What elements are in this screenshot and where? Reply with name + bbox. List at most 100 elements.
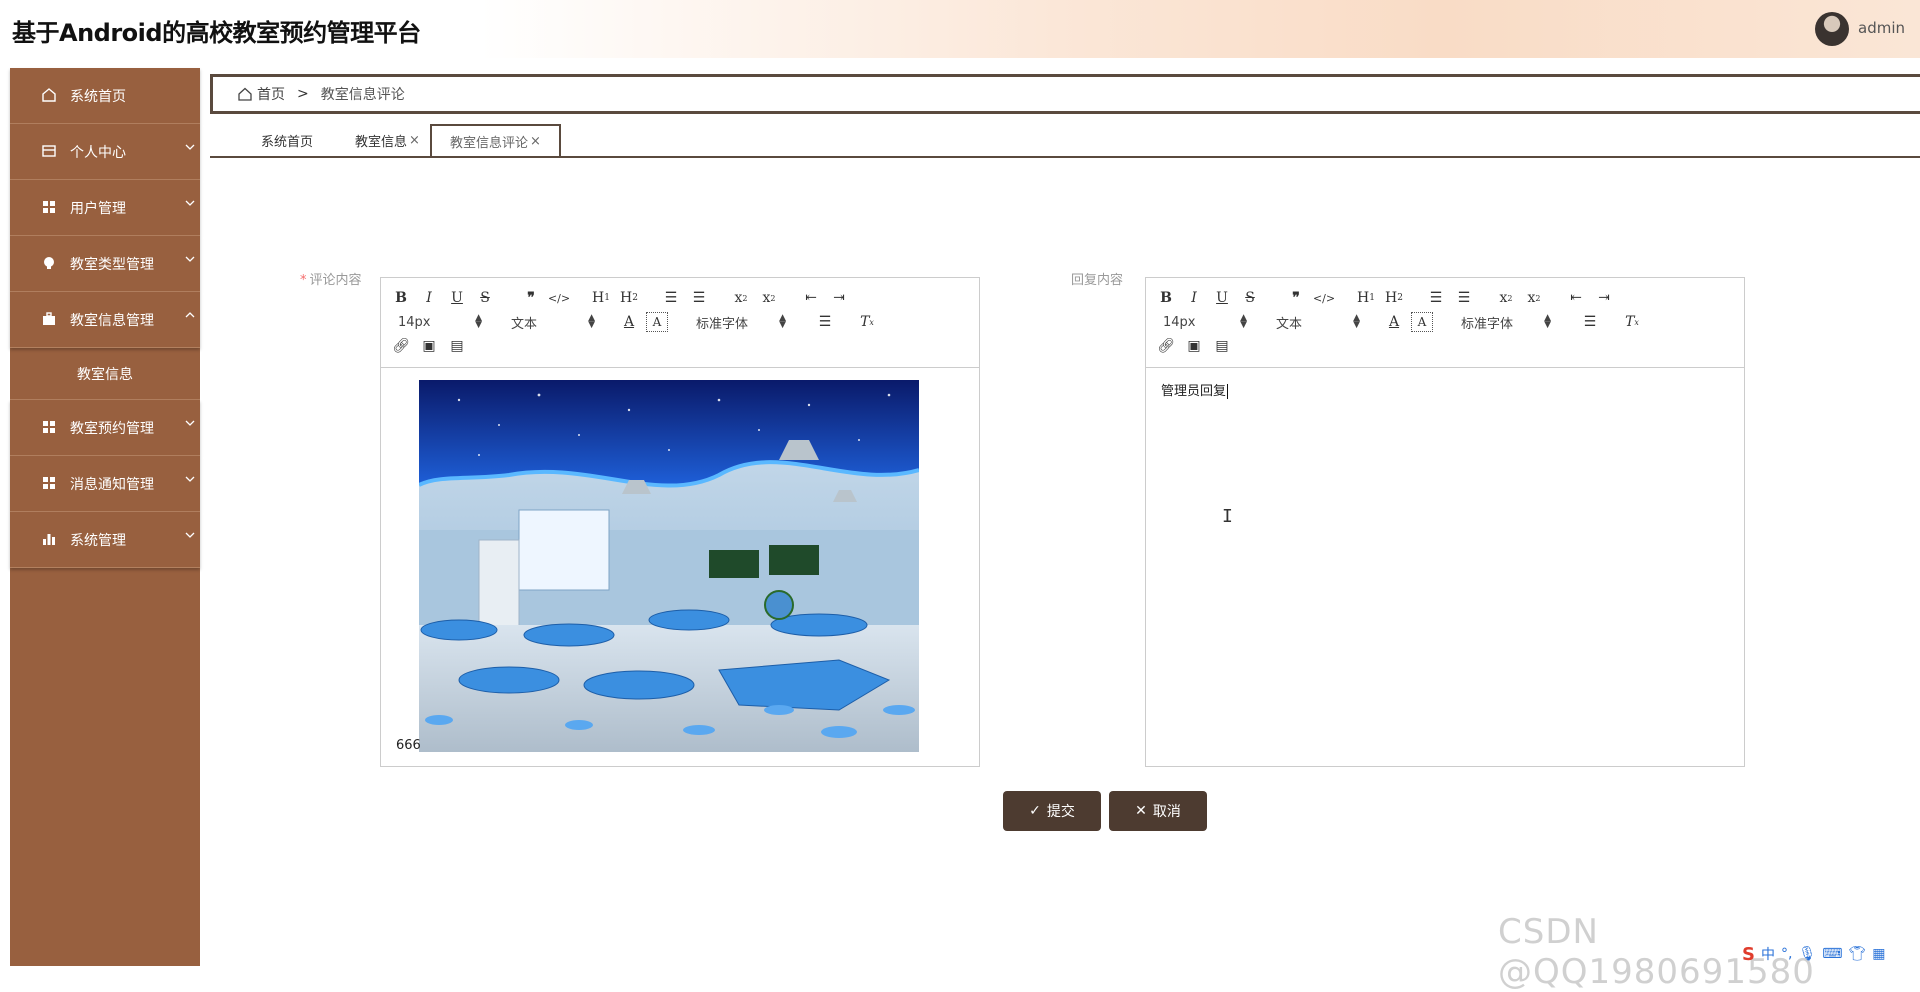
font-color-icon[interactable]: A <box>1383 312 1405 332</box>
chevron-down-icon <box>185 200 195 206</box>
strike-icon[interactable]: S <box>474 288 496 308</box>
tab-label: 系统首页 <box>261 134 314 150</box>
close-icon[interactable]: × <box>530 134 541 149</box>
select-arrows-icon: ▲ ▼ <box>1353 313 1360 330</box>
superscript-icon[interactable]: x2 <box>758 288 780 308</box>
reply-editor[interactable]: B I U S ❞ </> H1 H2 ☰ ☰ x2 x2 ⇤ ⇥ 14px ▲ ▼… <box>1145 277 1745 767</box>
indent-icon[interactable]: ⇥ <box>828 288 850 308</box>
sidebar: 系统首页 个人中心 用户管理 教室类型管理 教室信息管理 教室信息 教室预约管理… <box>10 68 200 966</box>
background-color-icon[interactable]: A <box>646 312 668 332</box>
chevron-down-icon <box>185 476 195 482</box>
toolbox-icon: ▦ <box>1872 946 1886 962</box>
sidebar-item-users[interactable]: 用户管理 <box>10 180 200 236</box>
reply-editor-toolbar: B I U S ❞ </> H1 H2 ☰ ☰ x2 x2 ⇤ ⇥ 14px ▲ ▼… <box>1146 278 1744 368</box>
clear-format-icon[interactable]: Tx <box>856 312 878 332</box>
superscript-icon[interactable]: x2 <box>1523 288 1545 308</box>
tab-room-info[interactable]: 教室信息 × <box>355 124 420 156</box>
classroom-photo <box>419 380 919 752</box>
sidebar-item-personal[interactable]: 个人中心 <box>10 124 200 180</box>
breadcrumb-home[interactable]: 首页 <box>257 84 285 104</box>
comment-editor-body[interactable]: 666 <box>381 368 979 764</box>
size-select[interactable]: 14px ▲ ▼ <box>398 312 482 332</box>
size-select[interactable]: 14px ▲ ▼ <box>1163 312 1247 332</box>
grid-icon <box>43 421 55 433</box>
tab-home[interactable]: 系统首页 <box>261 124 313 156</box>
quote-icon[interactable]: ❞ <box>520 288 542 308</box>
code-icon[interactable]: </> <box>548 288 570 308</box>
underline-icon[interactable]: U <box>446 288 468 308</box>
font-select[interactable]: 标准字体 ▲ ▼ <box>696 312 786 332</box>
h2-icon[interactable]: H2 <box>618 288 640 308</box>
header-select[interactable]: 文本 ▲ ▼ <box>511 312 595 332</box>
video-icon[interactable]: ▤ <box>1211 336 1233 356</box>
code-icon[interactable]: </> <box>1313 288 1335 308</box>
sidebar-item-label: 系统首页 <box>70 89 126 105</box>
ime-tray[interactable]: S 中 °, 🎙︎ ⌨ 👕︎ ▦ <box>1742 943 1885 965</box>
sidebar-item-label: 教室预约管理 <box>70 421 154 437</box>
text-cursor-icon: I <box>1222 506 1233 527</box>
user-avatar[interactable] <box>1815 12 1849 46</box>
home-icon <box>42 88 56 102</box>
h2-icon[interactable]: H2 <box>1383 288 1405 308</box>
punctuation-icon: °, <box>1780 946 1793 962</box>
outdent-icon[interactable]: ⇤ <box>800 288 822 308</box>
sidebar-subitem-label: 教室信息 <box>77 366 133 383</box>
header-bar: 基于Android的高校教室预约管理平台 admin <box>0 0 1920 58</box>
indent-icon[interactable]: ⇥ <box>1593 288 1615 308</box>
sogou-icon: S <box>1742 943 1755 965</box>
image-icon[interactable]: ▣ <box>1183 336 1205 356</box>
sidebar-item-notices[interactable]: 消息通知管理 <box>10 456 200 512</box>
align-icon[interactable]: ☰ <box>1579 312 1601 332</box>
font-select[interactable]: 标准字体 ▲ ▼ <box>1461 312 1551 332</box>
check-icon: ✓ <box>1029 803 1041 819</box>
quote-icon[interactable]: ❞ <box>1285 288 1307 308</box>
align-icon[interactable]: ☰ <box>814 312 836 332</box>
chevron-down-icon <box>185 420 195 426</box>
required-mark: * <box>300 273 307 288</box>
image-icon[interactable]: ▣ <box>418 336 440 356</box>
sidebar-item-system[interactable]: 系统管理 <box>10 512 200 568</box>
video-icon[interactable]: ▤ <box>446 336 468 356</box>
chevron-up-icon <box>185 312 195 318</box>
font-color-icon[interactable]: A <box>618 312 640 332</box>
sidebar-item-label: 教室类型管理 <box>70 257 154 273</box>
background-color-icon[interactable]: A <box>1411 312 1433 332</box>
italic-icon[interactable]: I <box>1183 288 1205 308</box>
reply-field-label: 回复内容 <box>1071 273 1124 288</box>
sidebar-item-room-info[interactable]: 教室信息管理 <box>10 292 200 348</box>
comment-editor-toolbar: B I U S ❞ </> H1 H2 ☰ ☰ x2 x2 ⇤ ⇥ 14px ▲ ▼… <box>381 278 979 368</box>
link-icon[interactable]: 🔗︎ <box>1155 336 1177 356</box>
grid-icon <box>43 477 55 489</box>
subscript-icon[interactable]: x2 <box>730 288 752 308</box>
h1-icon[interactable]: H1 <box>590 288 612 308</box>
strike-icon[interactable]: S <box>1239 288 1261 308</box>
ordered-list-icon[interactable]: ☰ <box>1425 288 1447 308</box>
clear-format-icon[interactable]: Tx <box>1621 312 1643 332</box>
italic-icon[interactable]: I <box>418 288 440 308</box>
close-icon[interactable]: × <box>409 133 420 148</box>
link-icon[interactable]: 🔗︎ <box>390 336 412 356</box>
header-select[interactable]: 文本 ▲ ▼ <box>1276 312 1360 332</box>
sidebar-item-home[interactable]: 系统首页 <box>10 68 200 124</box>
ordered-list-icon[interactable]: ☰ <box>660 288 682 308</box>
comment-field-label: * 评论内容 <box>300 273 362 288</box>
bullet-list-icon[interactable]: ☰ <box>1453 288 1475 308</box>
reply-editor-body[interactable]: 管理员回复 I <box>1146 368 1744 764</box>
tab-bar: 系统首页 教室信息 × 教室信息评论 × <box>210 124 1920 158</box>
comment-editor[interactable]: B I U S ❞ </> H1 H2 ☰ ☰ x2 x2 ⇤ ⇥ 14px ▲ ▼… <box>380 277 980 767</box>
underline-icon[interactable]: U <box>1211 288 1233 308</box>
tab-room-comment[interactable]: 教室信息评论 × <box>430 124 561 156</box>
sidebar-subitem-room-info[interactable]: 教室信息 <box>10 348 200 400</box>
sidebar-item-room-type[interactable]: 教室类型管理 <box>10 236 200 292</box>
bold-icon[interactable]: B <box>1155 288 1177 308</box>
bullet-list-icon[interactable]: ☰ <box>688 288 710 308</box>
sidebar-item-label: 消息通知管理 <box>70 477 154 493</box>
h1-icon[interactable]: H1 <box>1355 288 1377 308</box>
user-name[interactable]: admin <box>1858 19 1905 37</box>
sidebar-item-booking[interactable]: 教室预约管理 <box>10 400 200 456</box>
submit-button[interactable]: ✓ 提交 <box>1003 791 1101 831</box>
bold-icon[interactable]: B <box>390 288 412 308</box>
cancel-button[interactable]: ✕ 取消 <box>1109 791 1207 831</box>
subscript-icon[interactable]: x2 <box>1495 288 1517 308</box>
outdent-icon[interactable]: ⇤ <box>1565 288 1587 308</box>
